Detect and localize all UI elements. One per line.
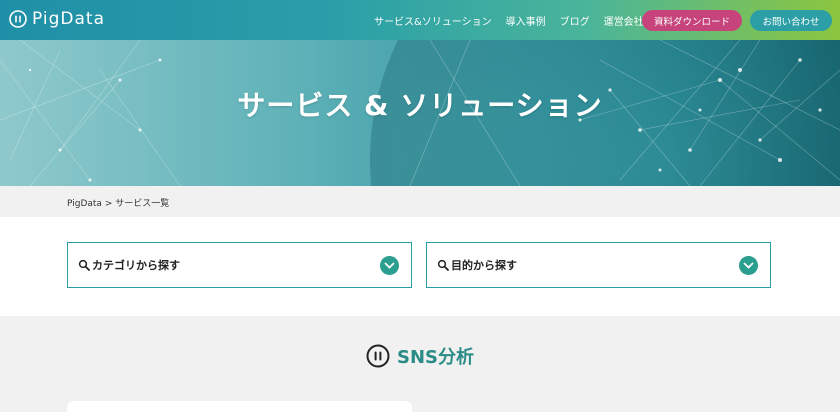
service-card[interactable] (67, 401, 412, 412)
site-header: PigData サービス&ソリューション 導入事例 ブログ 運営会社 資料ダウン… (0, 0, 840, 40)
hero-title: サービス & ソリューション (237, 89, 603, 122)
nav-company[interactable]: 運営会社 (604, 13, 644, 28)
download-button[interactable]: 資料ダウンロード (642, 10, 742, 31)
chevron-down-icon (739, 256, 758, 275)
nav-blog[interactable]: ブログ (560, 13, 590, 28)
search-icon (437, 259, 449, 271)
purpose-select[interactable]: 目的から探す (426, 242, 771, 288)
breadcrumb: PigData > サービス一覧 (67, 196, 169, 209)
logo[interactable]: PigData (8, 9, 105, 29)
breadcrumb-separator: > (104, 199, 113, 209)
purpose-select-label: 目的から探す (451, 259, 517, 272)
section-title: SNS分析 (397, 347, 474, 368)
nav-case-studies[interactable]: 導入事例 (506, 13, 546, 28)
sns-section: SNS分析 (0, 316, 840, 412)
logo-text: PigData (32, 9, 105, 29)
pig-nose-icon (366, 344, 390, 368)
breadcrumb-current: サービス一覧 (115, 199, 170, 209)
category-select[interactable]: カテゴリから探す (67, 242, 412, 288)
hero-banner: サービス & ソリューション (0, 40, 840, 186)
filter-area: カテゴリから探す 目的から探す (0, 217, 840, 316)
pig-logo-icon (9, 10, 27, 28)
chevron-down-icon (380, 256, 399, 275)
main-nav: サービス&ソリューション 導入事例 ブログ 運営会社 (374, 0, 658, 40)
breadcrumb-home-link[interactable]: PigData (67, 199, 102, 209)
category-select-label: カテゴリから探す (92, 259, 180, 272)
contact-button[interactable]: お問い合わせ (750, 10, 832, 31)
breadcrumb-bar: PigData > サービス一覧 (0, 186, 840, 217)
section-heading: SNS分析 (0, 343, 840, 369)
nav-services[interactable]: サービス&ソリューション (374, 13, 492, 28)
search-icon (78, 259, 90, 271)
